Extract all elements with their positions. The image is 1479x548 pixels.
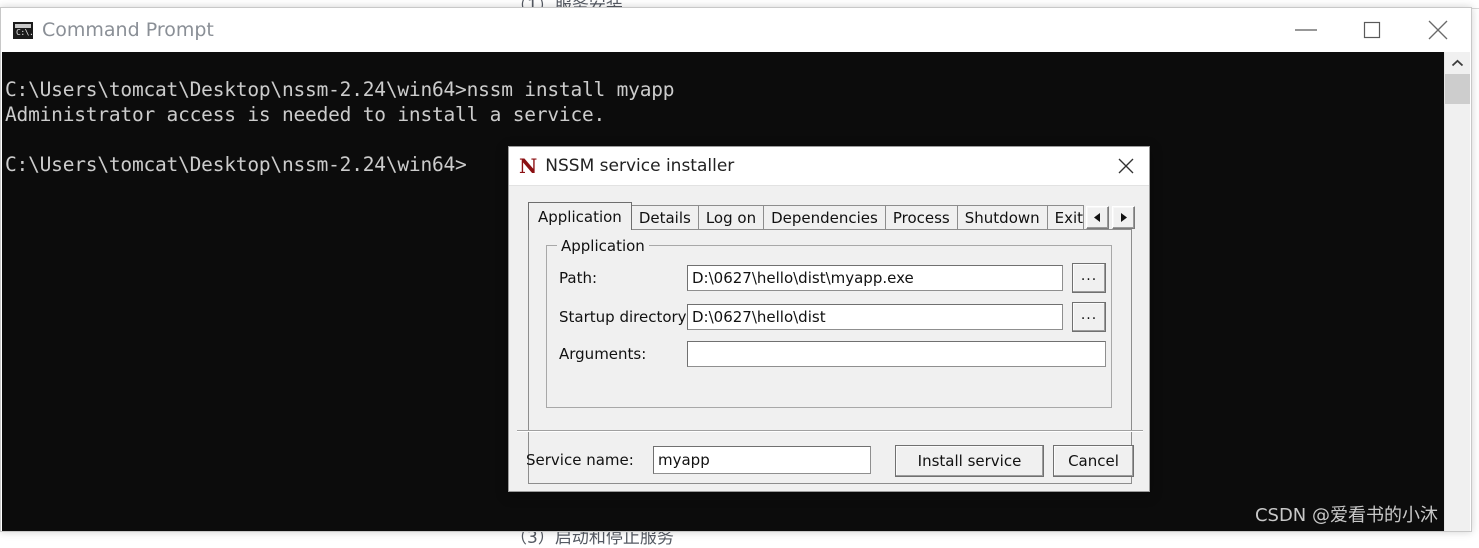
tab-details[interactable]: Details: [631, 205, 699, 230]
window-controls: [1273, 9, 1471, 52]
triangle-left-icon: [1093, 212, 1102, 223]
nssm-service-installer-dialog: N NSSM service installer Application Det…: [508, 146, 1150, 492]
service-name-input[interactable]: myapp: [653, 446, 871, 474]
arguments-field-row: Arguments:: [559, 341, 1106, 367]
tab-scroll-left-button[interactable]: [1086, 206, 1109, 229]
close-icon: [1116, 156, 1136, 176]
nssm-close-button[interactable]: [1103, 147, 1149, 185]
close-icon: [1425, 17, 1451, 43]
nssm-logo-icon: N: [519, 156, 537, 176]
csdn-watermark: CSDN @爱看书的小沐: [1255, 501, 1438, 527]
install-service-button[interactable]: Install service: [895, 445, 1044, 477]
application-group-box: Application Path: D:\0627\hello\dist\mya…: [546, 245, 1112, 408]
maximize-icon: [1361, 19, 1383, 41]
tab-log-on[interactable]: Log on: [698, 205, 764, 230]
application-group-legend: Application: [557, 237, 649, 255]
console-scrollbar[interactable]: [1444, 52, 1470, 531]
arguments-input[interactable]: [687, 341, 1106, 367]
dialog-bottom-row: Service name: myapp Install service Canc…: [509, 442, 1151, 482]
tab-exit[interactable]: Exit: [1047, 205, 1084, 230]
minimize-icon: [1293, 24, 1319, 36]
close-button[interactable]: [1405, 9, 1471, 52]
command-prompt-title: Command Prompt: [42, 19, 214, 41]
path-label: Path:: [559, 269, 687, 287]
path-field-row: Path: D:\0627\hello\dist\myapp.exe ...: [559, 263, 1106, 293]
path-browse-button[interactable]: ...: [1072, 263, 1106, 293]
startup-directory-input[interactable]: D:\0627\hello\dist: [687, 304, 1063, 330]
tab-strip: Application Details Log on Dependencies …: [528, 202, 1132, 230]
chevron-up-icon: [1451, 59, 1464, 68]
tab-label: Details: [639, 209, 691, 227]
maximize-button[interactable]: [1339, 9, 1405, 52]
nssm-dialog-title: NSSM service installer: [545, 156, 734, 176]
tab-label: Shutdown: [965, 209, 1040, 227]
tab-label: Application: [538, 208, 622, 226]
tab-label: Log on: [706, 209, 756, 227]
tab-scroll-spinners: [1083, 206, 1135, 229]
nssm-dialog-titlebar[interactable]: N NSSM service installer: [509, 147, 1149, 186]
arguments-label: Arguments:: [559, 345, 687, 363]
minimize-button[interactable]: [1273, 9, 1339, 52]
startup-directory-label: Startup directory:: [559, 308, 687, 326]
command-prompt-titlebar[interactable]: C:\. Command Prompt: [1, 8, 1471, 52]
tab-label: Dependencies: [771, 209, 878, 227]
tab-scroll-right-button[interactable]: [1112, 206, 1135, 229]
cancel-button[interactable]: Cancel: [1053, 445, 1134, 477]
triangle-right-icon: [1119, 212, 1128, 223]
service-name-label: Service name:: [526, 451, 634, 469]
command-prompt-icon-glyph: C:\.: [16, 28, 33, 37]
startup-directory-field-row: Startup directory: D:\0627\hello\dist ..…: [559, 302, 1106, 332]
tab-shutdown[interactable]: Shutdown: [957, 205, 1048, 230]
tab-dependencies[interactable]: Dependencies: [763, 205, 886, 230]
command-prompt-icon: C:\.: [13, 22, 33, 39]
scrollbar-thumb[interactable]: [1445, 74, 1470, 104]
tab-label: Process: [893, 209, 950, 227]
startup-directory-browse-button[interactable]: ...: [1072, 302, 1106, 332]
scrollbar-up-button[interactable]: [1445, 52, 1470, 74]
tab-application[interactable]: Application: [528, 202, 632, 230]
path-input[interactable]: D:\0627\hello\dist\myapp.exe: [687, 265, 1063, 291]
tab-process[interactable]: Process: [885, 205, 958, 230]
tab-label: Exit: [1055, 209, 1083, 227]
dialog-separator: [517, 430, 1143, 432]
